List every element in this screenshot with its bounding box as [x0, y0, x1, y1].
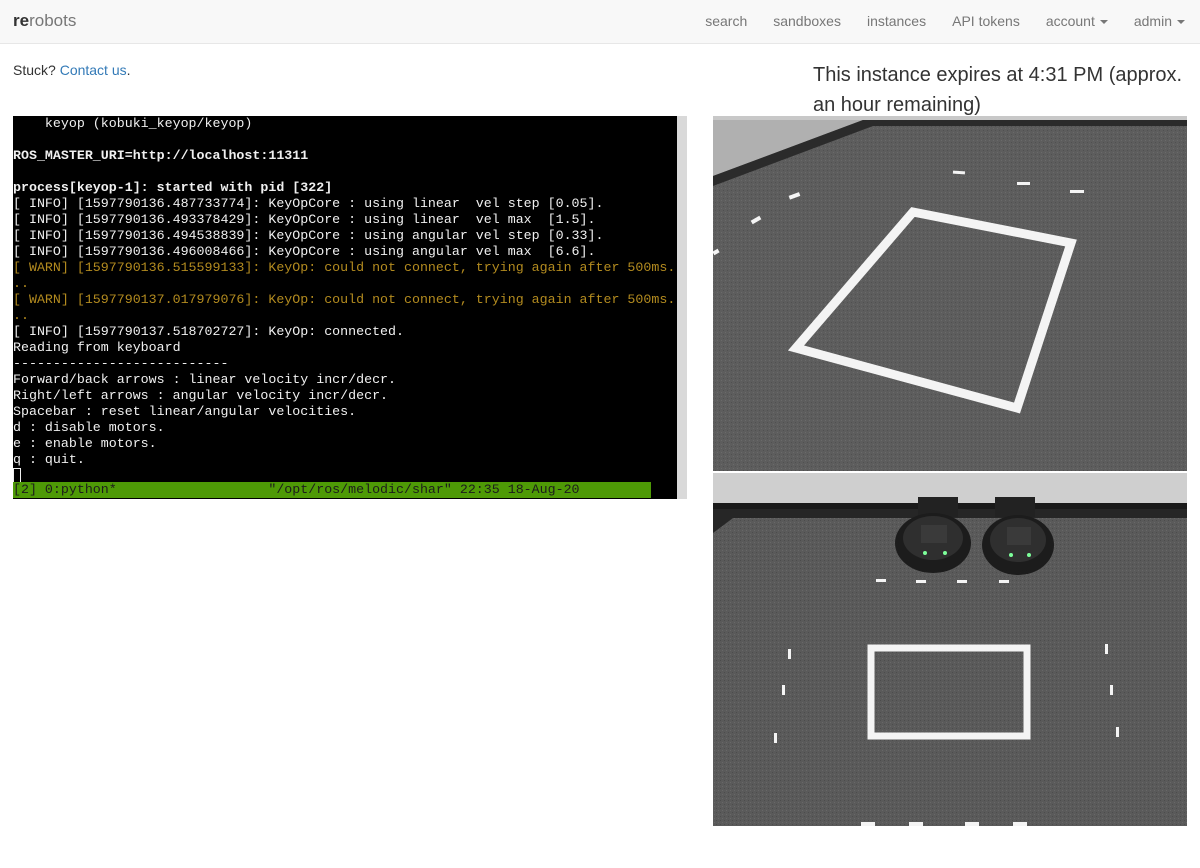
brand-bold: re: [13, 11, 30, 30]
terminal-line: [ WARN] [1597790136.515599133]: KeyOp: c…: [13, 260, 676, 275]
nav-admin-label: admin: [1133, 13, 1172, 29]
terminal[interactable]: keyop (kobuki_keyop/keyop) ROS_MASTER_URI…: [13, 116, 677, 499]
terminal-line: [ INFO] [1597790136.487733774]: KeyOpCor…: [13, 196, 604, 211]
help-text: Stuck? Contact us.: [13, 62, 131, 78]
caret-down-icon: [1099, 20, 1108, 25]
terminal-line: ..: [13, 276, 29, 291]
terminal-status-bar: [2] 0:python* "/opt/ros/melodic/shar" 22…: [13, 482, 651, 498]
terminal-line: ROS_MASTER_URI=http://localhost:11311: [13, 148, 309, 163]
camera-image-2: [713, 473, 1187, 826]
terminal-line: keyop (kobuki_keyop/keyop): [13, 116, 253, 131]
terminal-line: Right/left arrows : angular velocity inc…: [13, 388, 389, 403]
instance-expiry: This instance expires at 4:31 PM (approx…: [813, 64, 1183, 116]
terminal-line: q : quit.: [13, 452, 85, 467]
terminal-line: d : disable motors.: [13, 420, 165, 435]
terminal-line: [ INFO] [1597790136.496008466]: KeyOpCor…: [13, 244, 596, 259]
nav-search[interactable]: search: [692, 0, 760, 44]
terminal-line: [ INFO] [1597790137.518702727]: KeyOp: c…: [13, 324, 404, 339]
terminal-line: [ WARN] [1597790137.017979076]: KeyOp: c…: [13, 292, 676, 307]
help-suffix: .: [126, 62, 131, 78]
terminal-line: [ INFO] [1597790136.494538839]: KeyOpCor…: [13, 228, 604, 243]
camera-feed-2: [713, 473, 1187, 826]
terminal-line: [ INFO] [1597790136.493378429]: KeyOpCor…: [13, 212, 596, 227]
caret-down-icon: [1177, 20, 1185, 25]
nav-sandboxes[interactable]: sandboxes: [760, 0, 854, 44]
terminal-line: e : enable motors.: [13, 436, 157, 451]
nav-instances[interactable]: instances: [854, 0, 939, 44]
terminal-line: ..: [13, 308, 29, 323]
contact-us-link[interactable]: Contact us: [60, 62, 127, 78]
terminal-line: process[keyop-1]: started with pid [322]: [13, 180, 333, 195]
cursor-icon: [13, 468, 21, 483]
terminal-line: ---------------------------: [13, 356, 229, 371]
brand-logo[interactable]: rerobots: [13, 11, 76, 31]
navbar: rerobots search sandboxes instances API …: [0, 0, 1200, 44]
brand-rest: robots: [29, 11, 77, 30]
camera-feed-1: [713, 116, 1187, 471]
camera-image-1: [713, 116, 1187, 471]
help-prefix: Stuck?: [13, 62, 60, 78]
nav-account-dropdown[interactable]: account: [1033, 0, 1121, 44]
terminal-line: Spacebar : reset linear/angular velociti…: [13, 404, 357, 419]
nav-menu: search sandboxes instances API tokens ac…: [692, 0, 1200, 44]
nav-admin-dropdown[interactable]: admin: [1121, 0, 1200, 44]
nav-api-tokens[interactable]: API tokens: [939, 0, 1033, 44]
terminal-line: Forward/back arrows : linear velocity in…: [13, 372, 397, 387]
nav-account-label: account: [1045, 13, 1095, 29]
terminal-line: Reading from keyboard: [13, 340, 181, 355]
terminal-panel: keyop (kobuki_keyop/keyop) ROS_MASTER_URI…: [13, 116, 687, 499]
